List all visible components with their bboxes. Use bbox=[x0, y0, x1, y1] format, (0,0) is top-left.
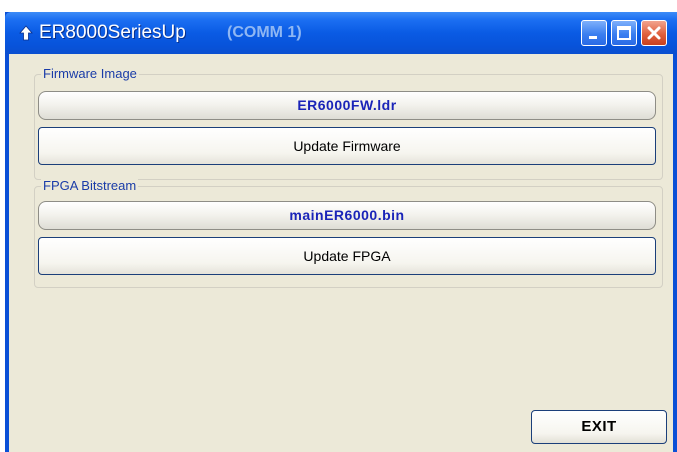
fpga-group-label: FPGA Bitstream bbox=[41, 178, 139, 193]
fpga-group: FPGA Bitstream mainER6000.bin Update FPG… bbox=[34, 178, 663, 288]
exit-button[interactable]: EXIT bbox=[531, 410, 667, 444]
minimize-button[interactable] bbox=[581, 20, 607, 46]
maximize-button[interactable] bbox=[611, 20, 637, 46]
window-title: ER8000SeriesUp bbox=[39, 22, 186, 43]
update-firmware-button[interactable]: Update Firmware bbox=[38, 127, 656, 165]
maximize-icon bbox=[617, 26, 631, 40]
fpga-file-field[interactable]: mainER6000.bin bbox=[38, 201, 656, 230]
app-arrow-icon[interactable] bbox=[19, 25, 33, 41]
firmware-group: Firmware Image ER6000FW.ldr Update Firmw… bbox=[34, 66, 663, 180]
minimize-icon bbox=[589, 36, 597, 39]
firmware-group-label: Firmware Image bbox=[41, 66, 139, 81]
close-icon bbox=[647, 26, 661, 40]
firmware-file-field[interactable]: ER6000FW.ldr bbox=[38, 91, 656, 120]
client-area: Firmware Image ER6000FW.ldr Update Firmw… bbox=[9, 54, 673, 452]
window-subtitle: (COMM 1) bbox=[227, 24, 302, 41]
main-window: ER8000SeriesUp (COMM 1) Firmware Image E… bbox=[5, 12, 677, 452]
close-button[interactable] bbox=[641, 20, 667, 46]
title-bar[interactable]: ER8000SeriesUp (COMM 1) bbox=[5, 12, 677, 54]
update-fpga-button[interactable]: Update FPGA bbox=[38, 237, 656, 275]
